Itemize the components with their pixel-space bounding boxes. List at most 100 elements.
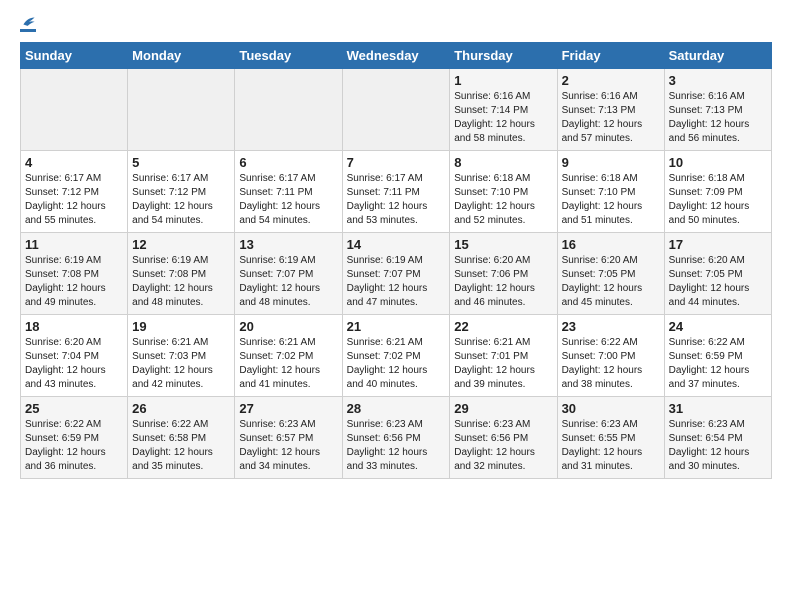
calendar-body: 1 Sunrise: 6:16 AM Sunset: 7:14 PM Daylig… xyxy=(21,69,772,479)
calendar-cell: 25Sunrise: 6:22 AM Sunset: 6:59 PM Dayli… xyxy=(21,397,128,479)
day-detail: Sunrise: 6:16 AM Sunset: 7:13 PM Dayligh… xyxy=(669,90,767,146)
day-number: 9 xyxy=(562,155,660,170)
day-detail: Sunrise: 6:23 AM Sunset: 6:57 PM Dayligh… xyxy=(239,418,337,474)
calendar-cell: 27 Sunrise: 6:23 AM Sunset: 6:57 PM Dayli… xyxy=(235,397,342,479)
day-detail: Sunrise: 6:20 AM Sunset: 7:06 PM Dayligh… xyxy=(454,254,552,310)
calendar-cell: 17 Sunrise: 6:20 AM Sunset: 7:05 PM Dayli… xyxy=(664,233,771,315)
calendar-week-row: 25Sunrise: 6:22 AM Sunset: 6:59 PM Dayli… xyxy=(21,397,772,479)
calendar-day-header: Wednesday xyxy=(342,43,450,69)
calendar-cell: 23Sunrise: 6:22 AM Sunset: 7:00 PM Dayli… xyxy=(557,315,664,397)
day-detail: Sunrise: 6:23 AM Sunset: 6:54 PM Dayligh… xyxy=(669,418,767,474)
logo xyxy=(20,20,36,32)
calendar-cell: 4 Sunrise: 6:17 AM Sunset: 7:12 PM Daylig… xyxy=(21,151,128,233)
calendar-cell: 1 Sunrise: 6:16 AM Sunset: 7:14 PM Daylig… xyxy=(450,69,557,151)
day-detail: Sunrise: 6:22 AM Sunset: 7:00 PM Dayligh… xyxy=(562,336,660,392)
calendar-cell: 19 Sunrise: 6:21 AM Sunset: 7:03 PM Dayli… xyxy=(128,315,235,397)
day-detail: Sunrise: 6:20 AM Sunset: 7:05 PM Dayligh… xyxy=(669,254,767,310)
day-number: 18 xyxy=(25,319,123,334)
calendar-day-header: Sunday xyxy=(21,43,128,69)
calendar-day-header: Monday xyxy=(128,43,235,69)
day-detail: Sunrise: 6:16 AM Sunset: 7:14 PM Dayligh… xyxy=(454,90,552,146)
logo-bird-icon xyxy=(22,14,36,28)
calendar-cell: 14Sunrise: 6:19 AM Sunset: 7:07 PM Dayli… xyxy=(342,233,450,315)
calendar-cell: 28 Sunrise: 6:23 AM Sunset: 6:56 PM Dayli… xyxy=(342,397,450,479)
day-number: 19 xyxy=(132,319,230,334)
calendar-table: SundayMondayTuesdayWednesdayThursdayFrid… xyxy=(20,42,772,479)
day-number: 31 xyxy=(669,401,767,416)
day-number: 3 xyxy=(669,73,767,88)
day-number: 22 xyxy=(454,319,552,334)
header xyxy=(20,20,772,32)
calendar-cell: 6 Sunrise: 6:17 AM Sunset: 7:11 PM Daylig… xyxy=(235,151,342,233)
calendar-cell: 21 Sunrise: 6:21 AM Sunset: 7:02 PM Dayli… xyxy=(342,315,450,397)
day-number: 13 xyxy=(239,237,337,252)
day-number: 11 xyxy=(25,237,123,252)
day-number: 1 xyxy=(454,73,552,88)
day-number: 17 xyxy=(669,237,767,252)
day-detail: Sunrise: 6:21 AM Sunset: 7:02 PM Dayligh… xyxy=(347,336,446,392)
day-detail: Sunrise: 6:23 AM Sunset: 6:55 PM Dayligh… xyxy=(562,418,660,474)
calendar-cell xyxy=(342,69,450,151)
calendar-cell: 3 Sunrise: 6:16 AM Sunset: 7:13 PM Daylig… xyxy=(664,69,771,151)
calendar-cell: 18 Sunrise: 6:20 AM Sunset: 7:04 PM Dayli… xyxy=(21,315,128,397)
calendar-cell: 29 Sunrise: 6:23 AM Sunset: 6:56 PM Dayli… xyxy=(450,397,557,479)
day-detail: Sunrise: 6:21 AM Sunset: 7:01 PM Dayligh… xyxy=(454,336,552,392)
day-detail: Sunrise: 6:22 AM Sunset: 6:59 PM Dayligh… xyxy=(669,336,767,392)
day-detail: Sunrise: 6:17 AM Sunset: 7:12 PM Dayligh… xyxy=(25,172,123,228)
day-detail: Sunrise: 6:17 AM Sunset: 7:11 PM Dayligh… xyxy=(347,172,446,228)
page: SundayMondayTuesdayWednesdayThursdayFrid… xyxy=(0,0,792,489)
calendar-cell xyxy=(128,69,235,151)
day-number: 20 xyxy=(239,319,337,334)
day-detail: Sunrise: 6:20 AM Sunset: 7:04 PM Dayligh… xyxy=(25,336,123,392)
calendar-cell xyxy=(235,69,342,151)
day-number: 24 xyxy=(669,319,767,334)
calendar-cell: 10 Sunrise: 6:18 AM Sunset: 7:09 PM Dayli… xyxy=(664,151,771,233)
calendar-cell: 20 Sunrise: 6:21 AM Sunset: 7:02 PM Dayli… xyxy=(235,315,342,397)
day-number: 10 xyxy=(669,155,767,170)
calendar-cell: 9 Sunrise: 6:18 AM Sunset: 7:10 PM Daylig… xyxy=(557,151,664,233)
day-number: 12 xyxy=(132,237,230,252)
day-number: 6 xyxy=(239,155,337,170)
day-detail: Sunrise: 6:21 AM Sunset: 7:03 PM Dayligh… xyxy=(132,336,230,392)
calendar-week-row: 4 Sunrise: 6:17 AM Sunset: 7:12 PM Daylig… xyxy=(21,151,772,233)
day-number: 25 xyxy=(25,401,123,416)
day-number: 8 xyxy=(454,155,552,170)
day-detail: Sunrise: 6:19 AM Sunset: 7:07 PM Dayligh… xyxy=(239,254,337,310)
day-number: 7 xyxy=(347,155,446,170)
day-number: 4 xyxy=(25,155,123,170)
day-detail: Sunrise: 6:22 AM Sunset: 6:58 PM Dayligh… xyxy=(132,418,230,474)
day-detail: Sunrise: 6:19 AM Sunset: 7:08 PM Dayligh… xyxy=(132,254,230,310)
calendar-week-row: 18 Sunrise: 6:20 AM Sunset: 7:04 PM Dayli… xyxy=(21,315,772,397)
day-detail: Sunrise: 6:19 AM Sunset: 7:07 PM Dayligh… xyxy=(347,254,446,310)
calendar-week-row: 1 Sunrise: 6:16 AM Sunset: 7:14 PM Daylig… xyxy=(21,69,772,151)
calendar-cell: 15 Sunrise: 6:20 AM Sunset: 7:06 PM Dayli… xyxy=(450,233,557,315)
day-detail: Sunrise: 6:17 AM Sunset: 7:11 PM Dayligh… xyxy=(239,172,337,228)
calendar-cell: 7 Sunrise: 6:17 AM Sunset: 7:11 PM Daylig… xyxy=(342,151,450,233)
day-number: 27 xyxy=(239,401,337,416)
calendar-cell: 30Sunrise: 6:23 AM Sunset: 6:55 PM Dayli… xyxy=(557,397,664,479)
day-number: 21 xyxy=(347,319,446,334)
logo-text xyxy=(20,20,36,28)
day-detail: Sunrise: 6:18 AM Sunset: 7:09 PM Dayligh… xyxy=(669,172,767,228)
day-number: 28 xyxy=(347,401,446,416)
day-detail: Sunrise: 6:17 AM Sunset: 7:12 PM Dayligh… xyxy=(132,172,230,228)
calendar-day-header: Tuesday xyxy=(235,43,342,69)
calendar-cell: 12 Sunrise: 6:19 AM Sunset: 7:08 PM Dayli… xyxy=(128,233,235,315)
day-number: 29 xyxy=(454,401,552,416)
calendar-week-row: 11 Sunrise: 6:19 AM Sunset: 7:08 PM Dayli… xyxy=(21,233,772,315)
day-detail: Sunrise: 6:23 AM Sunset: 6:56 PM Dayligh… xyxy=(347,418,446,474)
calendar-day-header: Saturday xyxy=(664,43,771,69)
calendar-cell: 26 Sunrise: 6:22 AM Sunset: 6:58 PM Dayli… xyxy=(128,397,235,479)
day-number: 2 xyxy=(562,73,660,88)
day-detail: Sunrise: 6:18 AM Sunset: 7:10 PM Dayligh… xyxy=(562,172,660,228)
day-number: 15 xyxy=(454,237,552,252)
day-number: 26 xyxy=(132,401,230,416)
day-detail: Sunrise: 6:23 AM Sunset: 6:56 PM Dayligh… xyxy=(454,418,552,474)
calendar-cell: 22 Sunrise: 6:21 AM Sunset: 7:01 PM Dayli… xyxy=(450,315,557,397)
day-detail: Sunrise: 6:20 AM Sunset: 7:05 PM Dayligh… xyxy=(562,254,660,310)
day-detail: Sunrise: 6:21 AM Sunset: 7:02 PM Dayligh… xyxy=(239,336,337,392)
day-number: 16 xyxy=(562,237,660,252)
calendar-cell: 16 Sunrise: 6:20 AM Sunset: 7:05 PM Dayli… xyxy=(557,233,664,315)
calendar-header-row: SundayMondayTuesdayWednesdayThursdayFrid… xyxy=(21,43,772,69)
logo-underline xyxy=(20,29,36,32)
